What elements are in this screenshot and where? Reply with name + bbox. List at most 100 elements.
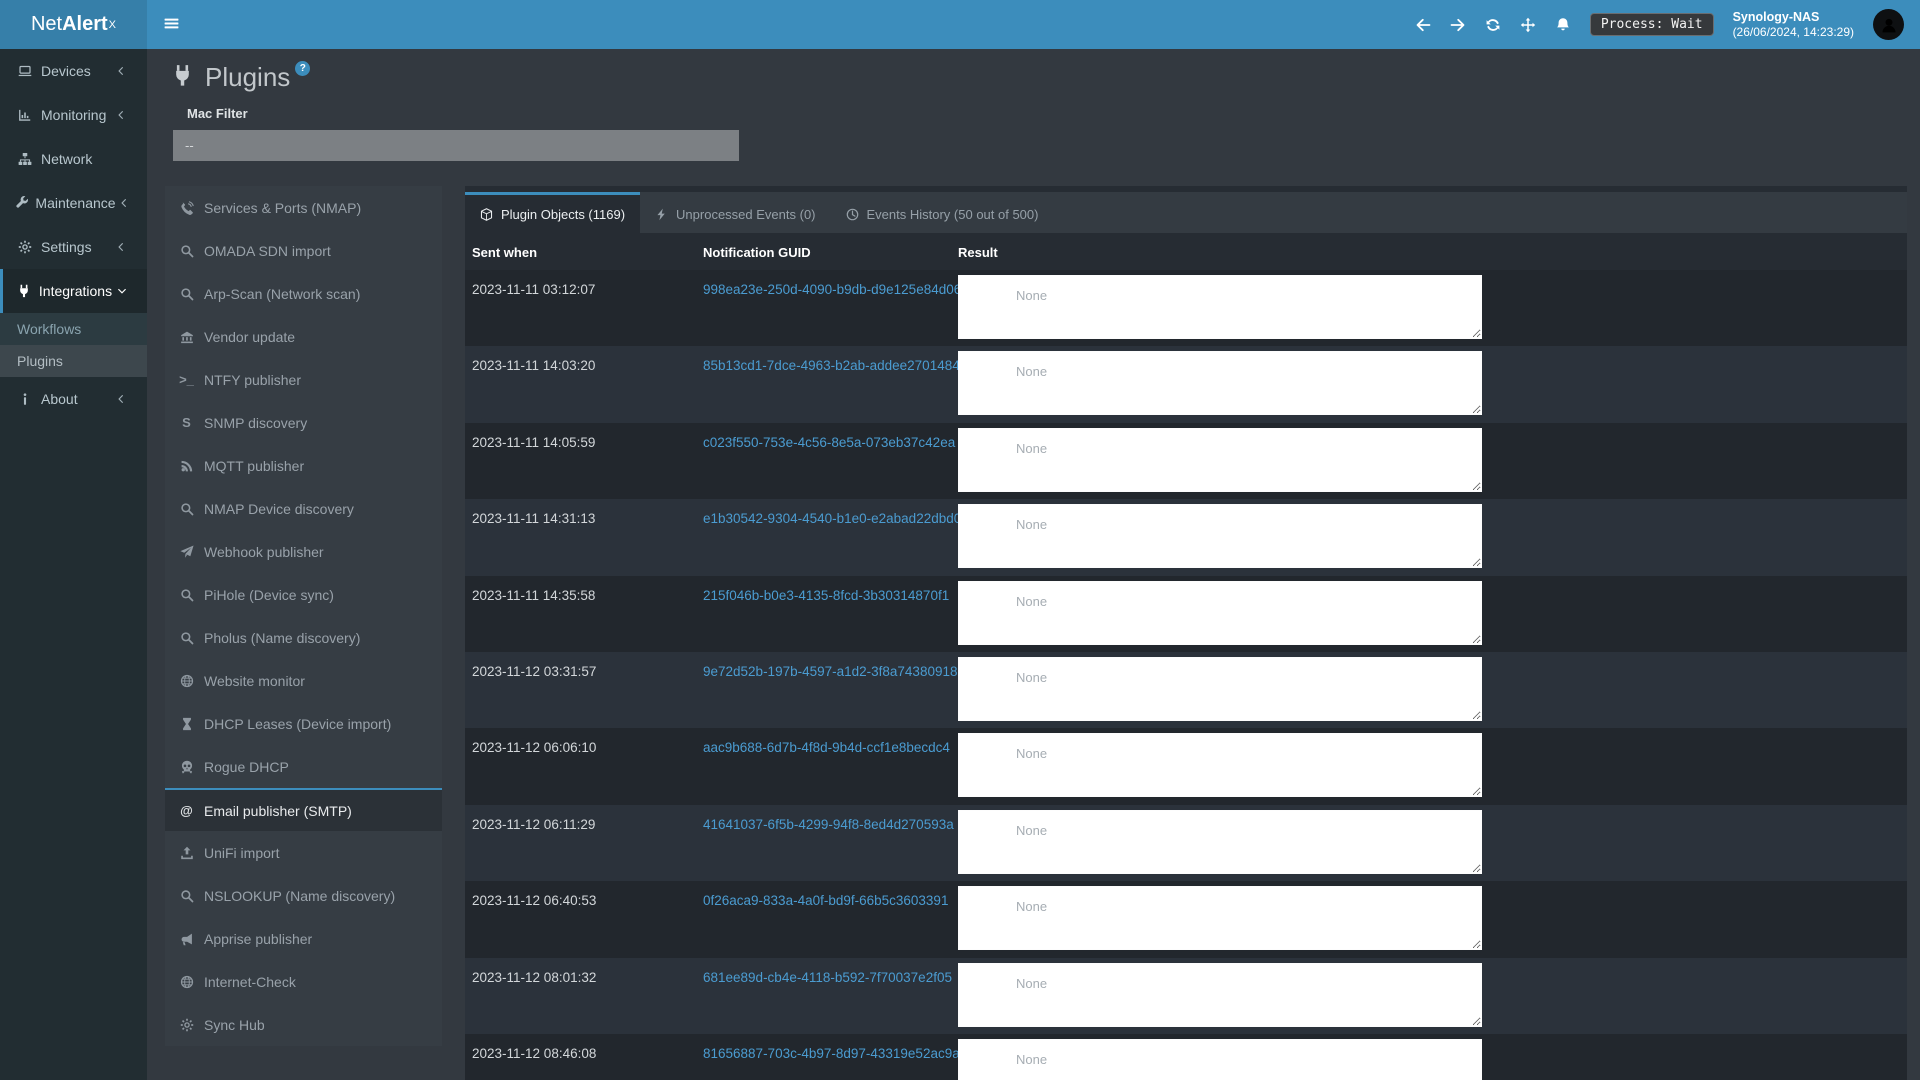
plugin-list-item-internet-check[interactable]: Internet-Check [165, 960, 442, 1003]
plugin-list-item-webhook-publisher[interactable]: Webhook publisher [165, 530, 442, 573]
back-icon[interactable] [1415, 17, 1431, 33]
notification-guid-link[interactable]: 998ea23e-250d-4090-b9db-d9e125e84d06 [703, 282, 961, 297]
move-icon[interactable] [1520, 17, 1536, 33]
forward-icon[interactable] [1450, 17, 1466, 33]
sidebar-item-monitoring[interactable]: Monitoring [0, 93, 147, 137]
host-timestamp: (26/06/2024, 14:23:29) [1733, 25, 1854, 41]
plugin-list-item-sync-hub[interactable]: Sync Hub [165, 1003, 442, 1046]
app-logo[interactable]: NetAlertX [0, 0, 147, 49]
notification-guid-link[interactable]: 41641037-6f5b-4299-94f8-8ed4d270593a [703, 817, 954, 832]
sitemap-icon [14, 152, 36, 166]
skull-icon [178, 760, 195, 774]
notification-guid-link[interactable]: e1b30542-9304-4540-b1e0-e2abad22dbd0 [703, 511, 961, 526]
topbar: NetAlertX Process: Wait Synology-NAS (26… [0, 0, 1920, 49]
plugin-list-item-nmap-device-discovery[interactable]: NMAP Device discovery [165, 487, 442, 530]
result-textarea[interactable] [958, 428, 1482, 492]
notification-guid-link[interactable]: 215f046b-b0e3-4135-8fcd-3b30314870f1 [703, 588, 949, 603]
plugin-list-item-ntfy-publisher[interactable]: >_NTFY publisher [165, 358, 442, 401]
plugin-list-item-arp-scan-network-scan[interactable]: Arp-Scan (Network scan) [165, 272, 442, 315]
chevron-down-icon [112, 286, 132, 296]
sidebar-item-label: Monitoring [41, 107, 106, 123]
gear-icon [178, 1018, 195, 1032]
notification-guid-link[interactable]: aac9b688-6d7b-4f8d-9b4d-ccf1e8becdc4 [703, 740, 950, 755]
search-icon [178, 244, 195, 258]
rss-icon [178, 459, 195, 473]
at-icon: @ [178, 803, 195, 818]
table-row: 2023-11-12 03:31:579e72d52b-197b-4597-a1… [465, 652, 1907, 728]
sidebar-item-integrations[interactable]: Integrations [0, 269, 147, 313]
refresh-icon[interactable] [1485, 17, 1501, 33]
result-textarea[interactable] [958, 275, 1482, 339]
result-textarea[interactable] [958, 963, 1482, 1027]
tab-unprocessed-events[interactable]: Unprocessed Events (0) [640, 192, 830, 233]
sidebar-submenu: Workflows Plugins [0, 313, 147, 377]
result-textarea[interactable] [958, 1039, 1482, 1080]
plugin-list-item-omada-sdn-import[interactable]: OMADA SDN import [165, 229, 442, 272]
table-row: 2023-11-12 06:06:10aac9b688-6d7b-4f8d-9b… [465, 728, 1907, 804]
notification-guid-link[interactable]: 85b13cd1-7dce-4963-b2ab-addee2701484 [703, 358, 960, 373]
sidebar-item-about[interactable]: About [0, 377, 147, 421]
megaphone-icon [178, 932, 195, 946]
user-avatar[interactable] [1873, 9, 1904, 40]
notification-guid-link[interactable]: 9e72d52b-197b-4597-a1d2-3f8a74380918 [703, 664, 957, 679]
result-textarea[interactable] [958, 351, 1482, 415]
sidebar-subitem-label: Plugins [17, 353, 63, 369]
bell-icon[interactable] [1555, 17, 1571, 33]
sidebar-toggle-button[interactable] [163, 15, 180, 35]
plugin-list-item-pihole-device-sync[interactable]: PiHole (Device sync) [165, 573, 442, 616]
plug-icon [14, 284, 34, 298]
plugin-list-item-apprise-publisher[interactable]: Apprise publisher [165, 917, 442, 960]
plugin-list-item-nslookup-name-discovery[interactable]: NSLOOKUP (Name discovery) [165, 874, 442, 917]
tab-plugin-objects[interactable]: Plugin Objects (1169) [465, 192, 640, 233]
sidebar-subitem-workflows[interactable]: Workflows [0, 313, 147, 345]
plugin-item-label: Website monitor [204, 673, 305, 689]
sidebar-subitem-label: Workflows [17, 321, 81, 337]
search-icon [178, 287, 195, 301]
plugin-list-item-snmp-discovery[interactable]: SSNMP discovery [165, 401, 442, 444]
result-textarea[interactable] [958, 504, 1482, 568]
plugin-list-item-pholus-name-discovery[interactable]: Pholus (Name discovery) [165, 616, 442, 659]
table-row: 2023-11-11 14:31:13e1b30542-9304-4540-b1… [465, 499, 1907, 575]
notification-guid-link[interactable]: 0f26aca9-833a-4a0f-bd9f-66b5c3603391 [703, 893, 948, 908]
mac-filter-input[interactable] [173, 130, 739, 161]
result-textarea[interactable] [958, 581, 1482, 645]
plugin-list-item-mqtt-publisher[interactable]: MQTT publisher [165, 444, 442, 487]
paper-plane-icon [178, 545, 195, 559]
notification-guid-link[interactable]: 81656887-703c-4b97-8d97-43319e52ac9a [703, 1046, 960, 1061]
clock-icon [846, 208, 859, 221]
result-textarea[interactable] [958, 733, 1482, 797]
plugin-list: Services & Ports (NMAP) OMADA SDN import A… [165, 186, 442, 1046]
sent-when-value: 2023-11-11 14:35:58 [472, 588, 595, 603]
brand-text: Net [31, 13, 62, 36]
result-textarea[interactable] [958, 657, 1482, 721]
plugin-list-item-unifi-import[interactable]: UniFi import [165, 831, 442, 874]
laptop-icon [14, 64, 36, 78]
search-icon [178, 631, 195, 645]
column-sent-when: Sent when [472, 245, 537, 260]
result-textarea[interactable] [958, 810, 1482, 874]
plugin-list-item-email-publisher-smtp[interactable]: @Email publisher (SMTP) [165, 788, 442, 831]
upload-icon [178, 846, 195, 860]
sidebar-item-devices[interactable]: Devices [0, 49, 147, 93]
plugin-list-item-rogue-dhcp[interactable]: Rogue DHCP [165, 745, 442, 788]
notification-guid-link[interactable]: c023f550-753e-4c56-8e5a-073eb37c42ea [703, 435, 955, 450]
help-badge[interactable]: ? [295, 61, 310, 76]
plugin-list-item-vendor-update[interactable]: Vendor update [165, 315, 442, 358]
sidebar-item-label: Maintenance [35, 195, 115, 211]
plugin-item-label: OMADA SDN import [204, 243, 331, 259]
globe-icon [178, 975, 195, 989]
result-textarea[interactable] [958, 886, 1482, 950]
plugin-list-item-website-monitor[interactable]: Website monitor [165, 659, 442, 702]
sidebar-item-network[interactable]: Network [0, 137, 147, 181]
sidebar-item-settings[interactable]: Settings [0, 225, 147, 269]
plugin-list-item-dhcp-leases-device-import[interactable]: DHCP Leases (Device import) [165, 702, 442, 745]
bolt-icon [655, 208, 668, 221]
sidebar-item-maintenance[interactable]: Maintenance [0, 181, 147, 225]
plugin-item-label: Internet-Check [204, 974, 296, 990]
sidebar-subitem-plugins[interactable]: Plugins [0, 345, 147, 377]
plugin-list-item-services-ports-nmap[interactable]: Services & Ports (NMAP) [165, 186, 442, 229]
notification-guid-link[interactable]: 681ee89d-cb4e-4118-b592-7f70037e2f05 [703, 970, 952, 985]
chevron-left-icon [110, 110, 132, 120]
chevron-left-icon [110, 66, 132, 76]
tab-events-history[interactable]: Events History (50 out of 500) [831, 192, 1054, 233]
